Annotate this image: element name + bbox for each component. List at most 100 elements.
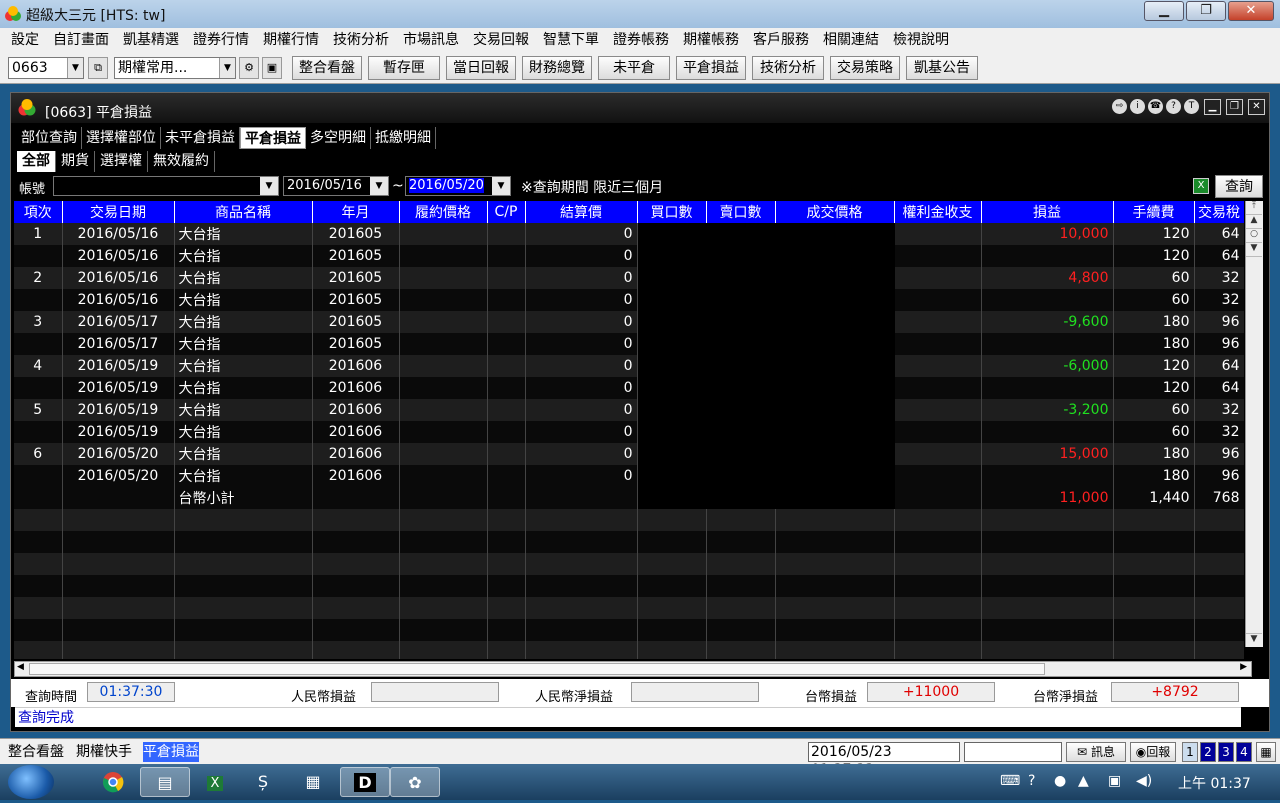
- menu-item[interactable]: 期權帳務: [676, 28, 746, 52]
- show-hidden-icons[interactable]: ▲: [1078, 773, 1089, 789]
- table-row[interactable]: 2016/05/20 大台指 201606 0 180 96: [14, 465, 1244, 487]
- help-tray-icon[interactable]: ?: [1028, 773, 1035, 789]
- column-header[interactable]: 履約價格: [399, 201, 488, 223]
- column-header[interactable]: C/P: [487, 201, 526, 223]
- tab-option-position[interactable]: 選擇權部位: [82, 127, 161, 149]
- toolbar-button-announcement[interactable]: 凱基公告: [906, 56, 978, 80]
- toolbar-button-open-positions[interactable]: 未平倉: [598, 56, 670, 80]
- help-icon[interactable]: ?: [1166, 99, 1181, 114]
- steam-icon[interactable]: Ș: [238, 767, 288, 797]
- scroll-up-icon[interactable]: ▲: [1246, 215, 1262, 229]
- tab-options[interactable]: 選擇權: [95, 151, 148, 172]
- menu-item[interactable]: 市場訊息: [396, 28, 466, 52]
- toolbar-button-dashboard[interactable]: 整合看盤: [292, 56, 362, 80]
- tab-futures[interactable]: 期貨: [56, 151, 95, 172]
- info-icon[interactable]: i: [1130, 99, 1145, 114]
- network-icon[interactable]: ▣: [1108, 773, 1121, 789]
- toolbar-button-clipboard[interactable]: 暫存匣: [368, 56, 440, 80]
- code-select[interactable]: 0663 ▼: [8, 57, 84, 79]
- horizontal-scrollbar[interactable]: ◀ ▶: [14, 661, 1252, 677]
- scroll-center-icon[interactable]: ○: [1246, 229, 1262, 243]
- phone-icon[interactable]: ☎: [1148, 99, 1163, 114]
- menu-item[interactable]: 技術分析: [326, 28, 396, 52]
- calculator-icon[interactable]: ▦: [288, 767, 338, 797]
- column-header[interactable]: 買口數: [637, 201, 707, 223]
- link-icon[interactable]: ⇨: [1112, 99, 1127, 114]
- column-header[interactable]: 結算價: [525, 201, 638, 223]
- toolbar-button-strategy[interactable]: 交易策略: [830, 56, 900, 80]
- menu-item[interactable]: 相關連結: [816, 28, 886, 52]
- table-row[interactable]: 3 2016/05/17 大台指 201605 0 -9,600 180 96: [14, 311, 1244, 333]
- column-header[interactable]: 手續費: [1113, 201, 1195, 223]
- copy-icon[interactable]: ⧉: [88, 57, 108, 79]
- keyboard-icon[interactable]: ⌨: [1000, 773, 1020, 789]
- menu-item[interactable]: 證券行情: [186, 28, 256, 52]
- menu-item[interactable]: 智慧下單: [536, 28, 606, 52]
- tray-app-icon[interactable]: ●: [1054, 773, 1066, 789]
- menu-item[interactable]: 凱基精選: [116, 28, 186, 52]
- bottom-tab-quick-order[interactable]: 期權快手: [76, 742, 132, 762]
- menu-item[interactable]: 證券帳務: [606, 28, 676, 52]
- table-row[interactable]: 1 2016/05/16 大台指 201605 0 10,000 120 64: [14, 223, 1244, 245]
- tab-unrealized-pl[interactable]: 未平倉損益: [161, 127, 240, 149]
- excel-export-icon[interactable]: X: [1193, 178, 1209, 194]
- table-row[interactable]: 2 2016/05/16 大台指 201605 0 4,800 60 32: [14, 267, 1244, 289]
- column-header[interactable]: 交易日期: [62, 201, 175, 223]
- tab-all[interactable]: 全部: [17, 151, 56, 172]
- subwindow-minimize-button[interactable]: ▁: [1204, 99, 1221, 115]
- dict-app-icon[interactable]: D: [340, 767, 390, 797]
- column-header[interactable]: 交易稅: [1194, 201, 1244, 223]
- layout-button-2[interactable]: 2: [1200, 742, 1216, 762]
- menu-item[interactable]: 交易回報: [466, 28, 536, 52]
- toolbar-button-finance[interactable]: 財務總覽: [522, 56, 592, 80]
- table-row[interactable]: 2016/05/16 大台指 201605 0 120 64: [14, 245, 1244, 267]
- scroll-right-icon[interactable]: ▶: [1240, 662, 1247, 672]
- table-row[interactable]: 5 2016/05/19 大台指 201606 0 -3,200 60 32: [14, 399, 1244, 421]
- tab-void-exercise[interactable]: 無效履約: [148, 151, 215, 172]
- scroll-top-icon[interactable]: ⤒: [1246, 201, 1262, 215]
- column-header[interactable]: 賣口數: [706, 201, 776, 223]
- layout-button-4[interactable]: 4: [1236, 742, 1252, 762]
- menu-item[interactable]: 設定: [4, 28, 46, 52]
- tool-icon[interactable]: T: [1184, 99, 1199, 114]
- menu-item[interactable]: 自訂畫面: [46, 28, 116, 52]
- minimize-button[interactable]: ▁: [1144, 1, 1184, 21]
- toolbar-button-daily-report[interactable]: 當日回報: [446, 56, 516, 80]
- tab-closed-pl[interactable]: 平倉損益: [240, 127, 306, 149]
- toolbar-button-technical[interactable]: 技術分析: [752, 56, 824, 80]
- chrome-icon[interactable]: [88, 767, 138, 797]
- table-row[interactable]: 2016/05/17 大台指 201605 0 180 96: [14, 333, 1244, 355]
- volume-icon[interactable]: ◀): [1136, 773, 1152, 789]
- layout-button-3[interactable]: 3: [1218, 742, 1234, 762]
- layout-button-1[interactable]: 1: [1182, 742, 1198, 762]
- scroll-bottom-icon[interactable]: ▼: [1246, 633, 1262, 647]
- maximize-button[interactable]: ❐: [1186, 1, 1226, 21]
- table-row[interactable]: 4 2016/05/19 大台指 201606 0 -6,000 120 64: [14, 355, 1244, 377]
- message-button[interactable]: ✉ 訊息: [1066, 742, 1126, 762]
- menu-item[interactable]: 客戶服務: [746, 28, 816, 52]
- grid-icon[interactable]: ▦: [1256, 742, 1276, 762]
- start-date-input[interactable]: 2016/05/16 ▼: [283, 176, 389, 196]
- column-header[interactable]: 權利金收支: [894, 201, 982, 223]
- column-header[interactable]: 項次: [14, 201, 63, 223]
- tab-position-query[interactable]: 部位查詢: [17, 127, 82, 149]
- explorer-icon[interactable]: ▤: [140, 767, 190, 797]
- subwindow-close-button[interactable]: ✕: [1248, 99, 1265, 115]
- vertical-scrollbar[interactable]: ⤒ ▲ ○ ▼ ▼: [1245, 201, 1263, 647]
- gear-icon[interactable]: ⚙: [239, 57, 259, 79]
- menu-item[interactable]: 期權行情: [256, 28, 326, 52]
- bottom-tab-dashboard[interactable]: 整合看盤: [8, 742, 64, 762]
- group-select[interactable]: 期權常用... ▼: [114, 57, 236, 79]
- query-button[interactable]: 查詢: [1215, 175, 1263, 198]
- menu-item[interactable]: 檢視說明: [886, 28, 956, 52]
- end-date-input[interactable]: 2016/05/20 ▼: [405, 176, 511, 196]
- table-row[interactable]: 6 2016/05/20 大台指 201606 0 15,000 180 96: [14, 443, 1244, 465]
- tab-long-short[interactable]: 多空明細: [306, 127, 371, 149]
- scroll-down-icon[interactable]: ▼: [1246, 243, 1262, 257]
- scroll-thumb[interactable]: [29, 663, 1045, 675]
- account-select[interactable]: ▼: [53, 176, 279, 196]
- trading-app-icon[interactable]: ✿: [390, 767, 440, 797]
- report-button[interactable]: ◉回報: [1130, 742, 1176, 762]
- tab-collateral[interactable]: 抵繳明細: [371, 127, 436, 149]
- column-header[interactable]: 成交價格: [775, 201, 895, 223]
